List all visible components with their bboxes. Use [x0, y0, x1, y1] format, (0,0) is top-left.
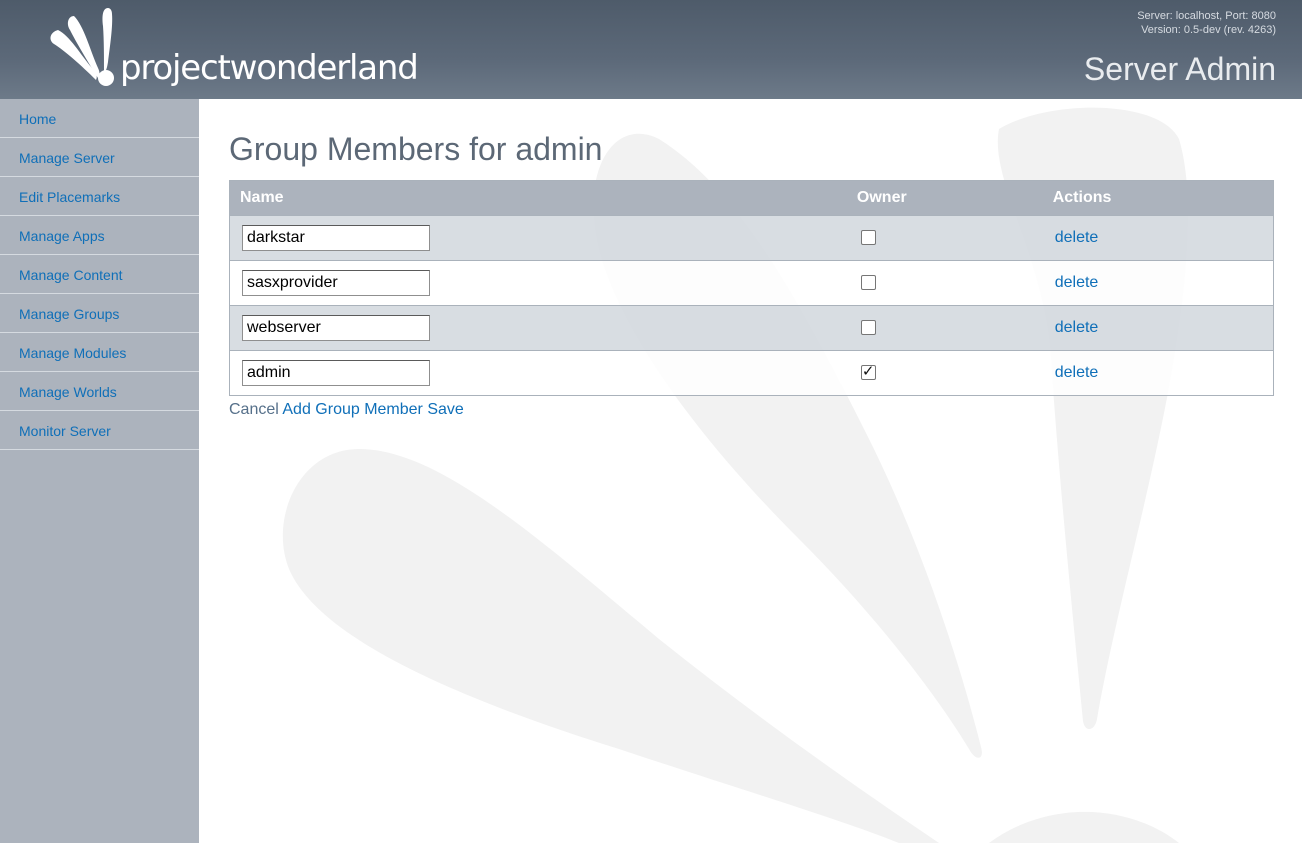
delete-link[interactable]: delete — [1055, 319, 1099, 336]
sidebar-item-monitor-server[interactable]: Monitor Server — [0, 411, 199, 450]
owner-checkbox[interactable] — [860, 320, 876, 336]
sidebar-item-label[interactable]: Manage Modules — [19, 345, 126, 361]
column-header-owner: Owner — [842, 180, 1043, 216]
wonderland-logo-icon — [50, 8, 114, 86]
sidebar-item-manage-content[interactable]: Manage Content — [0, 255, 199, 294]
table-row: delete — [229, 215, 1274, 261]
sidebar-item-manage-server[interactable]: Manage Server — [0, 138, 199, 177]
version-line: Version: 0.5-dev (rev. 4263) — [1141, 24, 1276, 36]
sidebar-item-edit-placemarks[interactable]: Edit Placemarks — [0, 177, 199, 216]
sidebar-item-home[interactable]: Home — [0, 99, 199, 138]
group-members-table: Name Owner Actions delete delete delete — [229, 180, 1274, 396]
server-line: Server: localhost, Port: 8080 — [1137, 10, 1276, 22]
table-row: delete — [229, 260, 1274, 306]
owner-checkbox[interactable] — [860, 230, 876, 246]
header: projectwonderland Server: localhost, Por… — [0, 0, 1302, 99]
sidebar-item-manage-apps[interactable]: Manage Apps — [0, 216, 199, 255]
sidebar-item-manage-modules[interactable]: Manage Modules — [0, 333, 199, 372]
sidebar-item-label[interactable]: Manage Server — [19, 150, 115, 166]
logo-text: projectwonderland — [120, 48, 419, 88]
sidebar-item-label[interactable]: Manage Groups — [19, 306, 119, 322]
cancel-button[interactable]: Cancel — [229, 401, 279, 418]
sidebar-item-label[interactable]: Monitor Server — [19, 423, 111, 439]
sidebar: Home Manage Server Edit Placemarks Manag… — [0, 99, 199, 843]
page-title: Group Members for admin — [229, 131, 603, 167]
add-group-member-button[interactable]: Add Group Member — [282, 401, 423, 418]
form-actions: Cancel Add Group Member Save — [229, 401, 464, 419]
server-info: Server: localhost, Port: 8080 Version: 0… — [1137, 9, 1276, 37]
sidebar-item-label[interactable]: Manage Content — [19, 267, 123, 283]
table-row: delete — [229, 350, 1274, 396]
sidebar-item-manage-worlds[interactable]: Manage Worlds — [0, 372, 199, 411]
member-name-input[interactable] — [242, 270, 430, 296]
table-header-row: Name Owner Actions — [229, 180, 1274, 216]
delete-link[interactable]: delete — [1055, 229, 1099, 246]
main-content: Group Members for admin Name Owner Actio… — [199, 99, 1302, 843]
member-name-input[interactable] — [242, 360, 430, 386]
header-title: Server Admin — [1083, 51, 1276, 87]
member-name-input[interactable] — [242, 315, 430, 341]
column-header-actions: Actions — [1042, 180, 1274, 216]
delete-link[interactable]: delete — [1055, 274, 1099, 291]
sidebar-item-label[interactable]: Edit Placemarks — [19, 189, 120, 205]
sidebar-item-label[interactable]: Manage Apps — [19, 228, 105, 244]
table-row: delete — [229, 305, 1274, 351]
sidebar-item-label[interactable]: Manage Worlds — [19, 384, 117, 400]
column-header-name: Name — [229, 180, 843, 216]
save-button[interactable]: Save — [427, 401, 463, 418]
owner-checkbox[interactable] — [860, 275, 876, 291]
sidebar-item-label[interactable]: Home — [19, 111, 56, 127]
delete-link[interactable]: delete — [1055, 364, 1099, 381]
member-name-input[interactable] — [242, 225, 430, 251]
sidebar-item-manage-groups[interactable]: Manage Groups — [0, 294, 199, 333]
owner-checkbox[interactable] — [860, 362, 876, 381]
